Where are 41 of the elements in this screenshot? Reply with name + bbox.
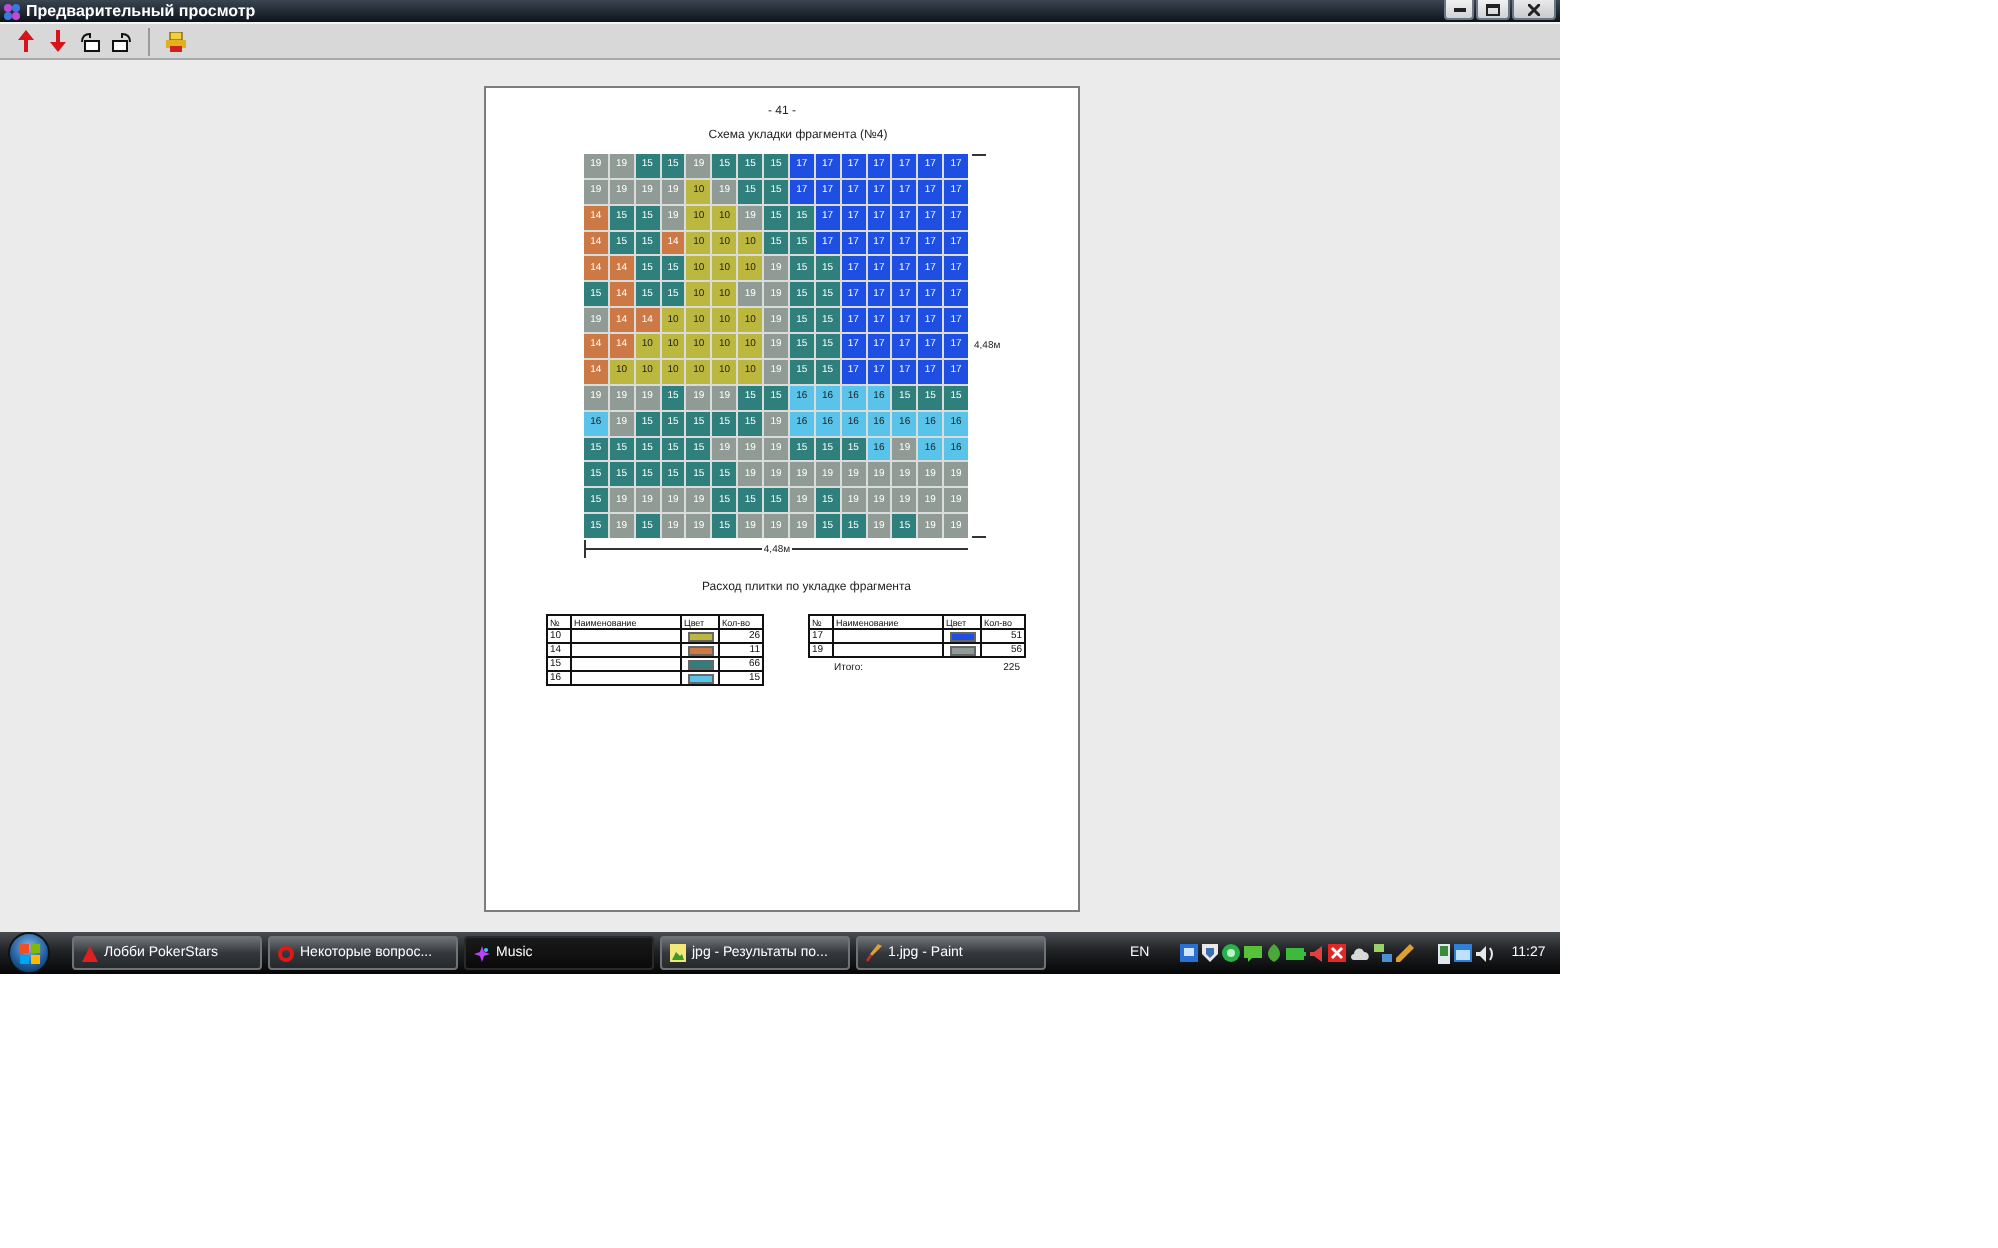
- image-file-icon: [670, 944, 686, 962]
- dimension-tick: [972, 536, 986, 538]
- minimize-icon: [1453, 7, 1465, 11]
- maximize-button[interactable]: [1476, 0, 1510, 20]
- printer-icon: [166, 31, 186, 51]
- speaker-icon: [1309, 945, 1324, 961]
- ring-icon: [278, 945, 294, 961]
- rotate-right-button[interactable]: [108, 27, 136, 55]
- network-icon: [1373, 944, 1392, 962]
- battery-icon: [1285, 947, 1306, 959]
- cloud-icon: [1349, 946, 1370, 960]
- triangle-icon: [82, 945, 98, 961]
- pencil-icon: [1395, 944, 1414, 962]
- leaf-icon: [1265, 944, 1282, 962]
- rotate-left-icon: [80, 31, 100, 51]
- crossed-square-icon: [1327, 944, 1346, 962]
- rotate-right-icon: [112, 31, 132, 51]
- app-icon: [4, 3, 20, 19]
- maximize-icon: [1486, 3, 1500, 15]
- dimension-tick: [972, 154, 986, 156]
- rotate-left-button[interactable]: [76, 27, 104, 55]
- phone-icon: [1437, 943, 1450, 963]
- monitor-icon: [1179, 944, 1198, 962]
- close-button[interactable]: [1512, 0, 1556, 20]
- globe-icon: [1221, 944, 1240, 962]
- arrow-down-icon: [50, 30, 66, 52]
- paintbrush-icon: [866, 944, 882, 962]
- shield-icon: [1201, 944, 1218, 962]
- window-icon: [1453, 944, 1472, 962]
- close-preview-button[interactable]: [162, 27, 190, 55]
- window-title: Предварительный просмотр: [26, 1, 256, 21]
- arrow-up-icon: [18, 30, 34, 52]
- flag-icon: [19, 943, 39, 963]
- previous-page-button[interactable]: [12, 27, 40, 55]
- minimize-button[interactable]: [1444, 0, 1474, 20]
- close-icon: [1528, 3, 1540, 15]
- sparkle-icon: [474, 945, 490, 961]
- chat-icon: [1243, 944, 1262, 962]
- start-button[interactable]: [8, 932, 50, 974]
- volume-icon: [1475, 945, 1496, 961]
- next-page-button[interactable]: [44, 27, 72, 55]
